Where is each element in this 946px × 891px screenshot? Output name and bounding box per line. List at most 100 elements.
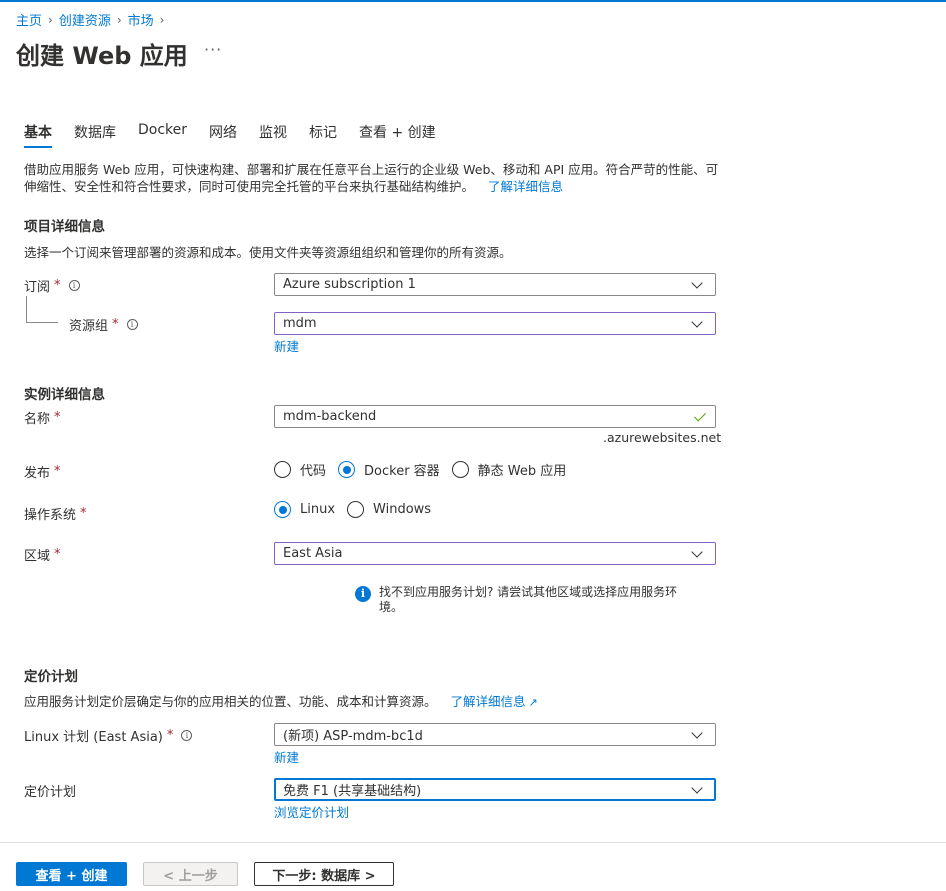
tab-docker[interactable]: Docker bbox=[138, 122, 187, 148]
pricing-tier-label-text: 定价计划 bbox=[24, 785, 77, 800]
required-asterisk: * bbox=[54, 464, 61, 479]
chevron-down-icon bbox=[691, 545, 703, 558]
breadcrumb-create-resource[interactable]: 创建资源 bbox=[59, 10, 111, 29]
tab-networking[interactable]: 网络 bbox=[209, 122, 237, 148]
os-radio-group: Linux Windows bbox=[274, 501, 443, 518]
new-resource-group-link[interactable]: 新建 bbox=[274, 336, 299, 355]
pricing-learn-more-text: 了解详细信息 bbox=[450, 694, 526, 709]
review-create-button[interactable]: 查看 + 创建 bbox=[16, 862, 127, 886]
tab-monitoring[interactable]: 监视 bbox=[259, 122, 287, 148]
required-asterisk: * bbox=[54, 278, 61, 293]
name-label: 名称 * bbox=[24, 408, 61, 427]
region-info-message: i 找不到应用服务计划? 请尝试其他区域或选择应用服务环境。 bbox=[355, 585, 695, 615]
radio-circle-selected[interactable] bbox=[274, 501, 291, 518]
pricing-subtext: 应用服务计划定价层确定与你的应用相关的位置、功能、成本和计算资源。 了解详细信息… bbox=[24, 691, 538, 710]
required-asterisk: * bbox=[80, 506, 87, 521]
os-label: 操作系统 * bbox=[24, 504, 87, 523]
project-details-subtext: 选择一个订阅来管理部署的资源和成本。使用文件夹等资源组组织和管理你的所有资源。 bbox=[24, 245, 512, 260]
browse-pricing-plans-link[interactable]: 浏览定价计划 bbox=[274, 802, 349, 821]
pricing-tier-label: 定价计划 bbox=[24, 781, 76, 800]
tab-bar: 基本 数据库 Docker 网络 监视 标记 查看 + 创建 bbox=[24, 122, 458, 148]
radio-circle[interactable] bbox=[451, 461, 469, 478]
tree-connector bbox=[26, 296, 58, 323]
name-label-text: 名称 bbox=[24, 412, 51, 427]
pricing-tier-dropdown[interactable]: 免费 F1 (共享基础结构) bbox=[274, 778, 716, 801]
instance-details-heading: 实例详细信息 bbox=[24, 387, 105, 403]
required-asterisk: * bbox=[112, 317, 119, 332]
os-option-linux[interactable]: Linux bbox=[274, 501, 335, 518]
new-plan-link[interactable]: 新建 bbox=[274, 747, 299, 766]
more-options-icon[interactable]: ··· bbox=[204, 40, 222, 59]
name-value: mdm-backend bbox=[283, 409, 377, 424]
linux-plan-label: Linux 计划 (East Asia) * i bbox=[24, 726, 193, 745]
chevron-down-icon bbox=[691, 315, 703, 328]
publish-label: 发布 * bbox=[24, 462, 61, 481]
chevron-down-icon bbox=[691, 781, 703, 794]
page-title: 创建 Web 应用 bbox=[16, 42, 188, 70]
breadcrumb-marketplace[interactable]: 市场 bbox=[128, 10, 154, 29]
chevron-down-icon bbox=[691, 726, 703, 739]
external-link-icon: ↗ bbox=[528, 696, 538, 709]
radio-circle[interactable] bbox=[274, 461, 291, 478]
subscription-value: Azure subscription 1 bbox=[283, 277, 416, 292]
chevron-right-icon: › bbox=[116, 12, 122, 27]
os-label-text: 操作系统 bbox=[24, 508, 77, 523]
region-value: East Asia bbox=[283, 546, 343, 561]
domain-suffix: .azurewebsites.net bbox=[603, 430, 722, 445]
info-icon[interactable]: i bbox=[181, 730, 193, 741]
publish-option-docker[interactable]: Docker 容器 bbox=[338, 460, 440, 479]
region-label-text: 区域 bbox=[24, 549, 51, 564]
linux-plan-value: (新项) ASP-mdm-bc1d bbox=[283, 729, 423, 744]
resource-group-dropdown[interactable]: mdm bbox=[274, 312, 716, 335]
radio-circle[interactable] bbox=[347, 501, 365, 518]
next-database-button[interactable]: 下一步: 数据库 > bbox=[254, 862, 394, 886]
radio-circle-selected[interactable] bbox=[338, 461, 356, 478]
intro-description: 借助应用服务 Web 应用，可快速构建、部署和扩展在任意平台上运行的企业级 We… bbox=[24, 161, 724, 195]
required-asterisk: * bbox=[54, 410, 61, 425]
os-option-windows[interactable]: Windows bbox=[347, 501, 431, 518]
previous-button[interactable]: < 上一步 bbox=[143, 862, 238, 886]
info-circle-icon: i bbox=[355, 586, 371, 602]
linux-plan-dropdown[interactable]: (新项) ASP-mdm-bc1d bbox=[274, 723, 716, 746]
tab-basics[interactable]: 基本 bbox=[24, 122, 52, 148]
subscription-dropdown[interactable]: Azure subscription 1 bbox=[274, 273, 716, 296]
chevron-down-icon bbox=[691, 276, 703, 289]
publish-option-static-web-app[interactable]: 静态 Web 应用 bbox=[451, 460, 567, 479]
subscription-label-text: 订阅 bbox=[24, 280, 51, 295]
resource-group-label-text: 资源组 bbox=[69, 319, 109, 334]
linux-plan-label-text: Linux 计划 (East Asia) bbox=[24, 730, 163, 745]
project-details-heading: 项目详细信息 bbox=[24, 219, 105, 235]
breadcrumb-home[interactable]: 主页 bbox=[16, 10, 42, 29]
footer-divider bbox=[0, 842, 946, 843]
pricing-tier-value: 免费 F1 (共享基础结构) bbox=[283, 784, 422, 799]
info-icon[interactable]: i bbox=[126, 319, 138, 330]
publish-option-code[interactable]: 代码 bbox=[274, 460, 326, 479]
radio-label: 静态 Web 应用 bbox=[477, 464, 567, 479]
pricing-learn-more-link[interactable]: 了解详细信息 ↗ bbox=[451, 694, 538, 709]
tab-review-create[interactable]: 查看 + 创建 bbox=[359, 122, 436, 148]
radio-label: Docker 容器 bbox=[364, 464, 440, 479]
radio-label: Windows bbox=[373, 502, 432, 517]
name-input[interactable]: mdm-backend bbox=[274, 405, 716, 428]
pricing-subtext-text: 应用服务计划定价层确定与你的应用相关的位置、功能、成本和计算资源。 bbox=[24, 694, 437, 709]
checkmark-icon bbox=[693, 408, 707, 422]
subscription-label: 订阅 * i bbox=[24, 276, 80, 295]
radio-label: 代码 bbox=[300, 464, 327, 479]
radio-label: Linux bbox=[300, 502, 336, 517]
region-dropdown[interactable]: East Asia bbox=[274, 542, 716, 565]
breadcrumb: 主页 › 创建资源 › 市场 › bbox=[16, 10, 170, 30]
region-info-text: 找不到应用服务计划? 请尝试其他区域或选择应用服务环境。 bbox=[379, 585, 678, 614]
info-icon[interactable]: i bbox=[68, 280, 80, 291]
required-asterisk: * bbox=[166, 728, 174, 743]
publish-radio-group: 代码 Docker 容器 静态 Web 应用 bbox=[274, 460, 578, 479]
tab-tags[interactable]: 标记 bbox=[309, 122, 337, 148]
top-accent-bar bbox=[0, 0, 946, 2]
tab-database[interactable]: 数据库 bbox=[74, 122, 116, 148]
learn-more-link[interactable]: 了解详细信息 bbox=[488, 179, 563, 194]
publish-label-text: 发布 bbox=[24, 466, 51, 481]
intro-text: 借助应用服务 Web 应用，可快速构建、部署和扩展在任意平台上运行的企业级 We… bbox=[24, 162, 719, 194]
resource-group-label: 资源组 * i bbox=[69, 315, 138, 334]
required-asterisk: * bbox=[54, 547, 61, 562]
region-label: 区域 * bbox=[24, 545, 61, 564]
chevron-right-icon: › bbox=[48, 12, 53, 27]
